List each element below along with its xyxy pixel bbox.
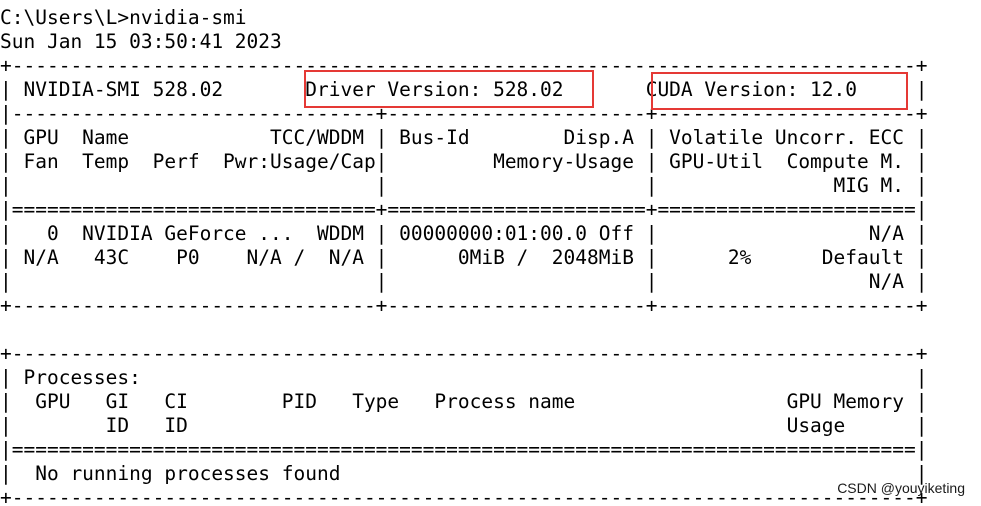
gpu-row-line-1: | 0 NVIDIA GeForce ... WDDM | 00000000:0… — [0, 222, 928, 245]
header-separator: |-------------------------------+-------… — [0, 102, 928, 125]
processes-top-border: +---------------------------------------… — [0, 342, 928, 365]
terminal-window[interactable]: C:\Users\L>nvidia-smi Sun Jan 15 03:50:4… — [0, 0, 981, 506]
gpu-column-header-3: | | | MIG M. | — [0, 174, 928, 197]
gpu-column-header-2: | Fan Temp Perf Pwr:Usage/Cap| Memory-Us… — [0, 150, 928, 173]
gpu-table-bottom-border: +-------------------------------+-------… — [0, 294, 928, 317]
csdn-watermark: CSDN @youyiketing — [837, 480, 965, 496]
processes-bottom-border: +---------------------------------------… — [0, 486, 928, 506]
version-header-line: | NVIDIA-SMI 528.02 Driver Version: 528.… — [0, 78, 928, 101]
processes-title-line: | Processes: | — [0, 366, 928, 389]
gpu-row-line-2: | N/A 43C P0 N/A / N/A | 0MiB / 2048MiB … — [0, 246, 928, 269]
command-prompt-line: C:\Users\L>nvidia-smi — [0, 6, 247, 29]
processes-column-header-2: | ID ID Usage | — [0, 414, 928, 437]
gpu-header-divider: |===============================+=======… — [0, 198, 928, 221]
processes-header-divider: |=======================================… — [0, 438, 928, 461]
timestamp-line: Sun Jan 15 03:50:41 2023 — [0, 30, 282, 53]
processes-column-header-1: | GPU GI CI PID Type Process name GPU Me… — [0, 390, 928, 413]
gpu-column-header-1: | GPU Name TCC/WDDM | Bus-Id Disp.A | Vo… — [0, 126, 928, 149]
no-processes-line: | No running processes found | — [0, 462, 928, 485]
gpu-row-line-3: | | | N/A | — [0, 270, 928, 293]
table-top-border: +---------------------------------------… — [0, 54, 928, 77]
